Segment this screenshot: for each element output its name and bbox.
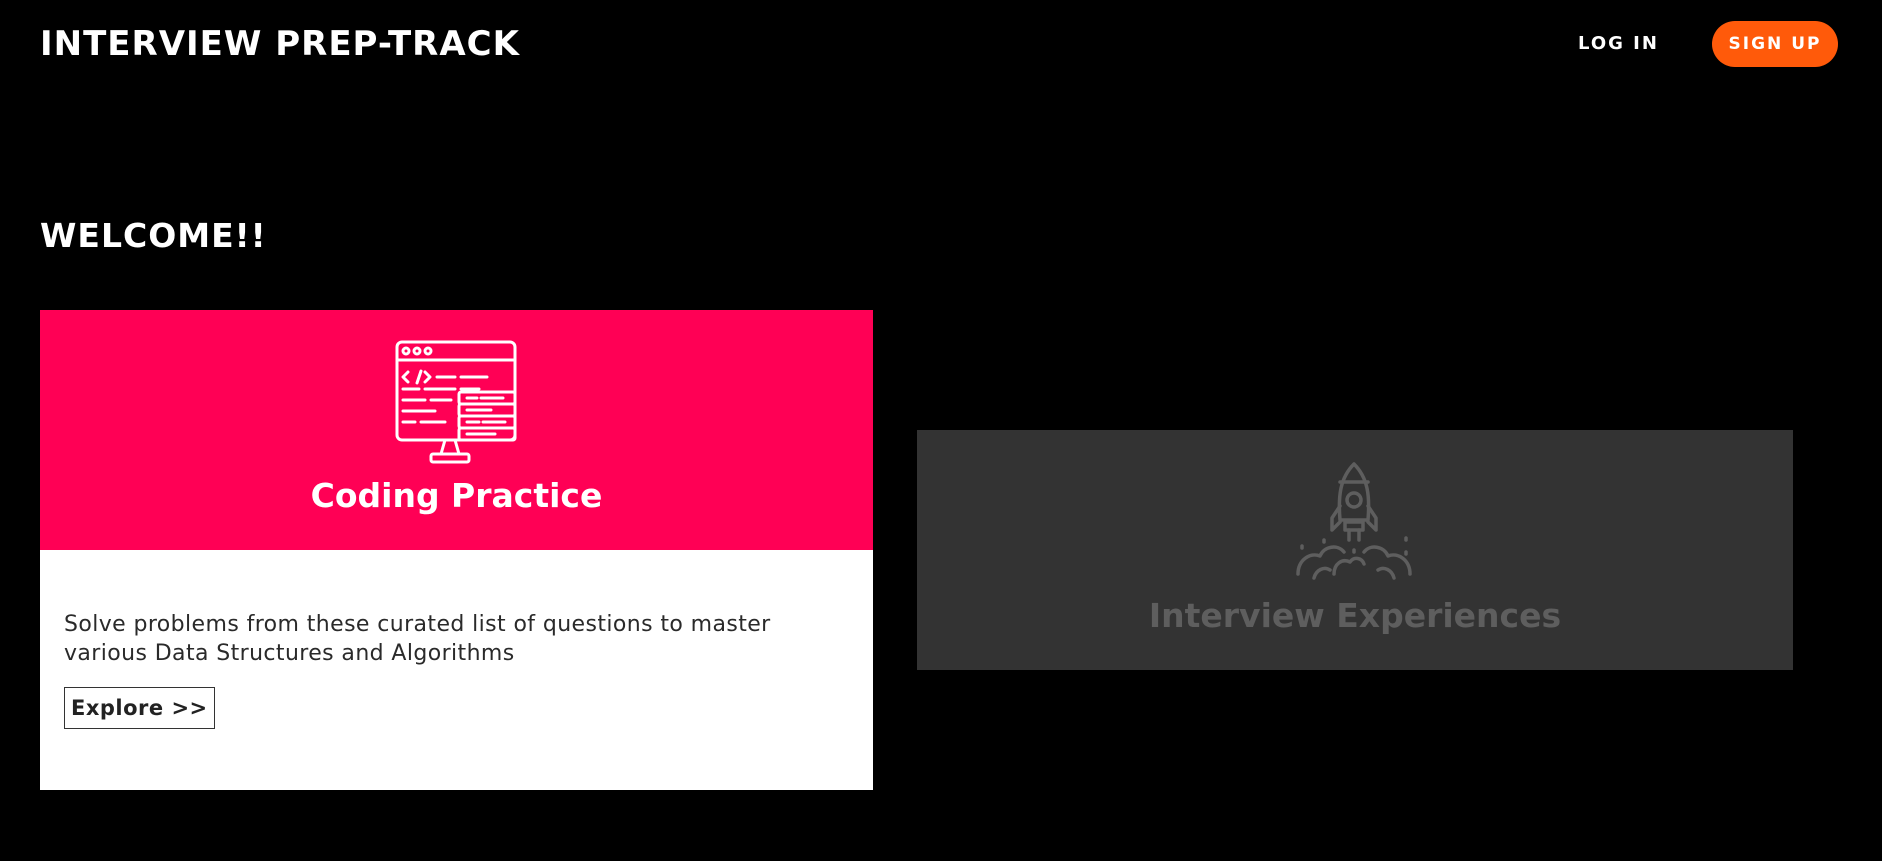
coding-card-body: Solve problems from these curated list o… bbox=[40, 550, 873, 790]
coding-card-description: Solve problems from these curated list o… bbox=[64, 612, 771, 666]
code-window-icon bbox=[395, 340, 517, 464]
coding-card-title: Coding Practice bbox=[310, 476, 603, 515]
signup-button[interactable]: SIGN UP bbox=[1712, 21, 1838, 67]
rocket-launch-icon bbox=[1296, 462, 1412, 580]
page: INTERVIEW PREP-TRACK LOG IN SIGN UP WELC… bbox=[0, 0, 1882, 861]
brand-title[interactable]: INTERVIEW PREP-TRACK bbox=[40, 20, 520, 68]
login-link[interactable]: LOG IN bbox=[1578, 24, 1659, 64]
coding-practice-card: Coding Practice Solve problems from thes… bbox=[40, 310, 873, 790]
experiences-card-title: Interview Experiences bbox=[1148, 596, 1562, 635]
interview-experiences-card[interactable]: Interview Experiences bbox=[917, 430, 1793, 670]
coding-card-header: Coding Practice bbox=[40, 310, 873, 550]
explore-button[interactable]: Explore >> bbox=[64, 687, 215, 729]
welcome-heading: WELCOME!! bbox=[40, 216, 267, 255]
